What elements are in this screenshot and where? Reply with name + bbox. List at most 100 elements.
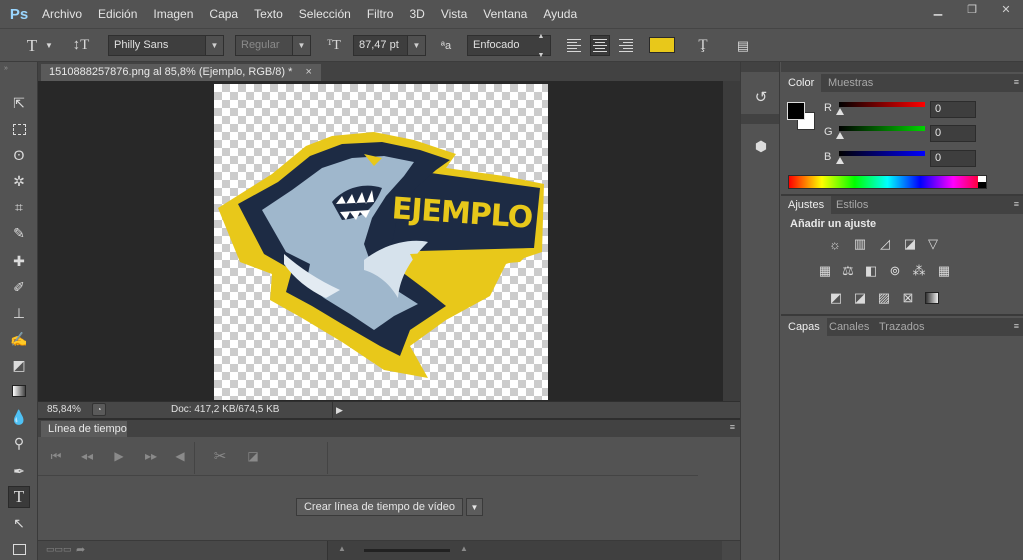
play-arrow-icon[interactable]: ▶ [332,402,346,418]
document-tab[interactable]: 1510888257876.png al 85,8% (Ejemplo, RGB… [41,64,321,81]
panel-menu-icon[interactable]: ≡ [1014,199,1019,209]
previous-frame-icon[interactable]: ◂◂ [79,448,95,464]
green-slider-thumb[interactable] [836,132,844,139]
exposure-icon[interactable]: ◪ [901,236,919,252]
gradient-tool-icon[interactable] [8,380,30,402]
marquee-tool-icon[interactable] [8,118,30,140]
menu-capa[interactable]: Capa [201,0,246,28]
play-icon[interactable]: ▶ [111,448,127,464]
green-slider[interactable] [839,126,925,131]
green-value-input[interactable]: 0 [930,125,976,142]
type-tool-icon[interactable]: T [8,486,30,508]
channel-mixer-icon[interactable]: ⁂ [910,263,928,279]
invert-icon[interactable]: ◩ [827,290,845,306]
panel-menu-icon[interactable]: ≡ [730,422,735,432]
next-frame-icon[interactable]: ▸▸ [143,448,159,464]
blur-tool-icon[interactable]: 💧 [8,406,30,428]
close-window-button[interactable]: ✕ [989,0,1023,18]
selective-color-icon[interactable]: ⊠ [899,290,917,306]
menu-archivo[interactable]: Archivo [34,0,90,28]
photo-filter-icon[interactable]: ⊚ [886,263,904,279]
eraser-tool-icon[interactable]: ◩ [8,354,30,376]
hue-saturation-icon[interactable]: ▦ [816,263,834,279]
history-panel-icon[interactable]: ↺ [751,86,771,108]
menu-ayuda[interactable]: Ayuda [535,0,585,28]
zoom-out-icon[interactable]: ▲ [338,544,346,553]
healing-brush-tool-icon[interactable]: ✚ [8,250,30,272]
magic-wand-tool-icon[interactable]: ✲ [8,170,30,192]
timeline-zoom-slider[interactable] [364,549,450,552]
curves-icon[interactable]: ◿ [876,236,894,252]
brush-tool-icon[interactable]: ✐ [8,276,30,298]
pen-tool-icon[interactable]: ✒ [8,460,30,482]
status-options-icon[interactable]: ◔ [92,403,106,416]
clone-stamp-tool-icon[interactable]: ⊥ [8,302,30,324]
red-slider[interactable] [839,102,925,107]
color-lookup-icon[interactable]: ▦ [935,263,953,279]
vibrance-icon[interactable]: ▽ [924,236,942,252]
type-tool-preset-icon[interactable]: T [22,35,42,56]
eyedropper-tool-icon[interactable]: ✎ [8,222,30,244]
3d-panel-icon[interactable]: ⬢ [751,136,771,156]
layers-list[interactable] [781,336,1023,560]
text-color-swatch[interactable] [649,37,675,53]
vertical-scrollbar[interactable] [723,81,740,401]
shape-tool-icon[interactable] [8,538,30,560]
levels-icon[interactable]: ▥ [851,236,869,252]
menu-vista[interactable]: Vista [433,0,475,28]
restore-button[interactable]: ❐ [955,0,989,18]
tab-trazados[interactable]: Trazados [872,318,931,336]
font-family-select[interactable]: Philly Sans ▼ [108,35,224,56]
color-spectrum-ramp[interactable] [788,175,987,189]
tab-canales[interactable]: Canales [822,318,876,336]
crop-tool-icon[interactable]: ⌗ [8,196,30,218]
collapse-icon[interactable]: » [4,65,8,72]
toggle-text-orientation-icon[interactable]: ↕T [70,35,92,56]
blue-value-input[interactable]: 0 [930,150,976,167]
document-canvas[interactable]: EJEMPLO [214,84,548,400]
tab-estilos[interactable]: Estilos [829,196,875,214]
menu-imagen[interactable]: Imagen [145,0,201,28]
menu-3d[interactable]: 3D [401,0,432,28]
panel-menu-icon[interactable]: ≡ [1014,77,1019,87]
move-tool-icon[interactable]: ⇱ [8,92,30,114]
color-balance-icon[interactable]: ⚖ [839,263,857,279]
tab-muestras[interactable]: Muestras [821,74,880,92]
scissors-icon[interactable]: ✂ [212,448,228,465]
transition-icon[interactable]: ◪ [245,448,261,464]
lasso-tool-icon[interactable]: ʘ [8,144,30,166]
foreground-color-swatch[interactable] [787,102,805,120]
chevron-down-icon[interactable]: ▼ [466,498,483,516]
frame-animation-icon[interactable]: ▭▭▭ [46,544,72,555]
menu-edicion[interactable]: Edición [90,0,145,28]
dodge-tool-icon[interactable]: ⚲ [8,432,30,454]
close-tab-icon[interactable]: × [305,66,311,78]
menu-filtro[interactable]: Filtro [359,0,402,28]
minimize-button[interactable]: ▁ [921,0,955,18]
path-selection-tool-icon[interactable]: ↖ [8,512,30,534]
timeline-tab[interactable]: Línea de tiempo [41,421,127,437]
black-white-icon[interactable]: ◧ [862,263,880,279]
menu-seleccion[interactable]: Selección [291,0,359,28]
menu-ventana[interactable]: Ventana [475,0,535,28]
antialias-select[interactable]: Enfocado ▲ ▼ [467,33,551,59]
audio-icon[interactable]: ◀ [172,448,188,464]
posterize-icon[interactable]: ◪ [851,290,869,306]
gradient-map-icon[interactable] [923,290,941,306]
threshold-icon[interactable]: ▨ [875,290,893,306]
align-right-button[interactable] [615,35,633,56]
history-brush-tool-icon[interactable]: ✍ [8,328,30,350]
red-value-input[interactable]: 0 [930,101,976,118]
tab-ajustes[interactable]: Ajustes [781,196,832,214]
blue-slider-thumb[interactable] [836,157,844,164]
align-left-button[interactable] [567,35,585,56]
first-frame-icon[interactable]: ⏮ [48,448,64,464]
zoom-in-icon[interactable]: ▲ [460,544,468,553]
align-center-button[interactable] [590,35,610,56]
render-video-icon[interactable]: ➦ [76,543,85,556]
red-slider-thumb[interactable] [836,108,844,115]
character-panel-icon[interactable]: ▤ [733,35,753,56]
panel-menu-icon[interactable]: ≡ [1014,321,1019,331]
font-size-select[interactable]: 87,47 pt ▼ [353,35,426,56]
chevron-down-icon[interactable]: ▼ [44,35,54,56]
